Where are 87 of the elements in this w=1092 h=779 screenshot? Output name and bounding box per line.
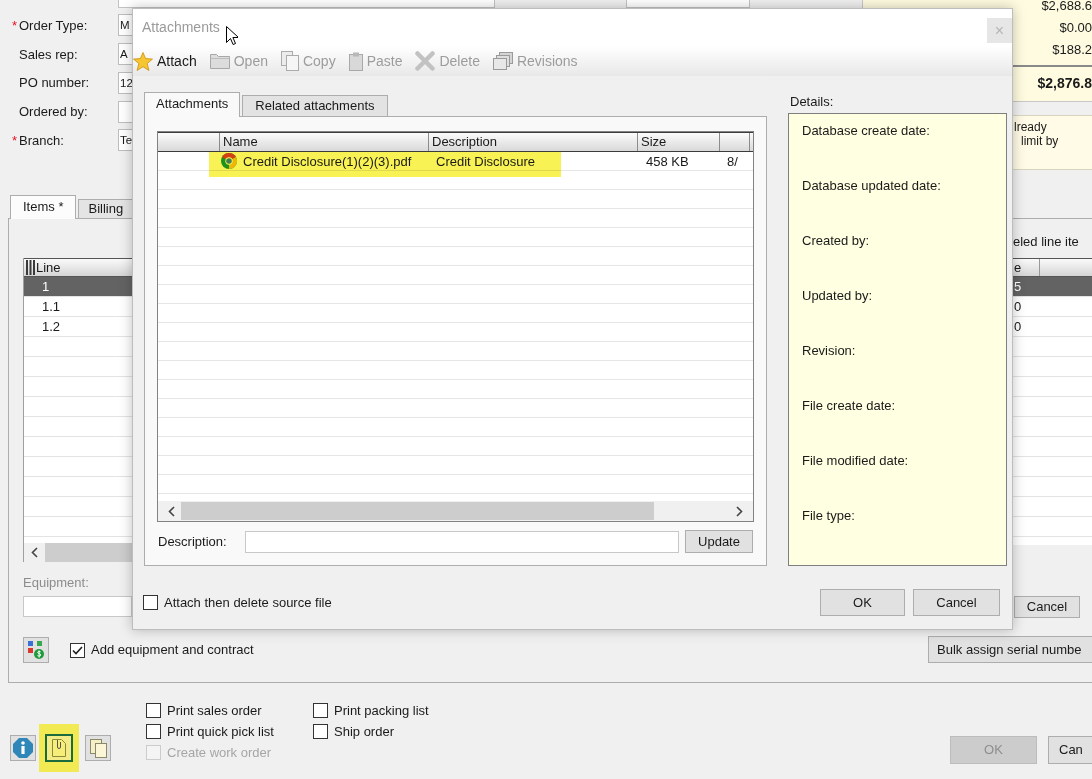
field-label: PO number:: [19, 75, 90, 91]
table-row[interactable]: 5: [1013, 277, 1092, 297]
table-row[interactable]: 1: [24, 277, 132, 297]
checkbox-label: Create work order: [167, 744, 272, 761]
equipment-contract-button[interactable]: [23, 637, 49, 663]
chevron-right-icon[interactable]: [736, 505, 743, 517]
tab[interactable]: Related attachments: [242, 95, 388, 116]
note-text: lready: [1014, 120, 1047, 134]
x-icon: [415, 51, 436, 71]
checkmark-icon: [72, 645, 83, 655]
checkbox-label: Add equipment and contract: [91, 642, 254, 658]
checkbox[interactable]: [70, 642, 85, 658]
detail-label: File create date:: [802, 398, 896, 414]
column-title: Line: [36, 259, 61, 276]
detail-label: Database updated date:: [802, 178, 941, 194]
chevron-left-icon[interactable]: [31, 547, 38, 558]
field-label: Branch:: [19, 132, 64, 148]
documents-icon: [492, 52, 513, 70]
info-icon: [13, 738, 33, 758]
field-label: Order Type:: [19, 17, 88, 33]
scrollbar-thumb[interactable]: [45, 543, 132, 562]
detail-label: Created by:: [802, 233, 870, 249]
description-field[interactable]: [245, 530, 679, 553]
column-header[interactable]: Name: [220, 133, 429, 151]
checkbox-label: Ship order: [334, 723, 394, 740]
required-marker: *: [12, 132, 18, 148]
detail-label: Revision:: [802, 343, 856, 359]
tab[interactable]: Items *: [10, 195, 77, 219]
amount-text: $188.2: [1052, 41, 1092, 59]
grid-cell-text: 8/: [726, 153, 739, 170]
equipment-field[interactable]: [23, 596, 132, 617]
tab[interactable]: Billing: [78, 199, 134, 218]
star-icon: [133, 51, 153, 71]
note-text: limit by: [1021, 134, 1059, 148]
section-label: Details:: [789, 93, 835, 111]
checkbox-label: Print packing list: [334, 702, 429, 719]
cancel-button[interactable]: Cancel: [1014, 596, 1080, 618]
tab[interactable]: Attachments: [144, 92, 241, 117]
info-button[interactable]: [10, 735, 36, 761]
cancel-button[interactable]: Cancel: [913, 589, 1000, 616]
amount-text: $2,688.6: [1041, 0, 1092, 15]
column-header[interactable]: Description: [429, 133, 638, 151]
text-field[interactable]: [118, 0, 495, 8]
file-name[interactable]: Credit Disclosure(1)(2)(3).pdf: [243, 152, 412, 171]
checkbox[interactable]: [146, 703, 161, 718]
ok-button[interactable]: OK: [820, 589, 905, 616]
scrollbar-thumb[interactable]: [181, 502, 654, 520]
field-label: Ordered by:: [19, 104, 88, 120]
caption-text: eled line ite: [1013, 234, 1080, 250]
checkbox[interactable]: [313, 724, 328, 739]
copy-button[interactable]: [85, 735, 111, 761]
checkbox-label: Attach then delete source file: [164, 593, 332, 612]
detail-label: Updated by:: [802, 288, 873, 304]
attach-button[interactable]: Attach: [133, 48, 197, 74]
copy-icon: [280, 51, 299, 71]
checkbox-label: Print quick pick list: [167, 723, 274, 740]
checkbox[interactable]: [143, 595, 158, 610]
grid-cell-text: Credit Disclosure: [435, 153, 536, 170]
chevron-left-icon[interactable]: [168, 505, 175, 517]
field-label: Equipment:: [23, 575, 90, 590]
required-marker: *: [12, 17, 18, 33]
checkbox[interactable]: [313, 703, 328, 718]
amount-text: $0.00: [1059, 19, 1092, 37]
detail-label: File modified date:: [802, 453, 909, 469]
scrollbar[interactable]: [158, 501, 753, 521]
detail-label: File type:: [802, 508, 855, 524]
checkbox[interactable]: [146, 724, 161, 739]
update-button[interactable]: Update: [685, 530, 753, 553]
field-label: Description:: [157, 532, 228, 551]
folder-icon: [209, 53, 230, 69]
cancel-button[interactable]: Can: [1048, 736, 1092, 764]
column-grip-icon[interactable]: [26, 260, 35, 275]
attachments-button[interactable]: [45, 734, 73, 762]
pages-icon: [89, 738, 107, 758]
bulk-assign-button[interactable]: Bulk assign serial numbe: [928, 636, 1092, 663]
date-field[interactable]: [626, 0, 750, 8]
squares-dollar-icon: [28, 641, 44, 659]
column-header[interactable]: Size: [638, 133, 720, 151]
document-icon: [52, 739, 66, 757]
scrollbar[interactable]: [24, 543, 132, 562]
window-title: Attachments: [141, 19, 220, 35]
total-amount: $2,876.8: [1037, 74, 1092, 93]
detail-label: Database create date:: [802, 123, 930, 139]
grid-cell-text: 458 KB: [645, 153, 690, 170]
checkbox-label: Print sales order: [167, 702, 262, 719]
clipboard-icon: [348, 51, 363, 71]
field-label: Sales rep:: [19, 46, 78, 62]
